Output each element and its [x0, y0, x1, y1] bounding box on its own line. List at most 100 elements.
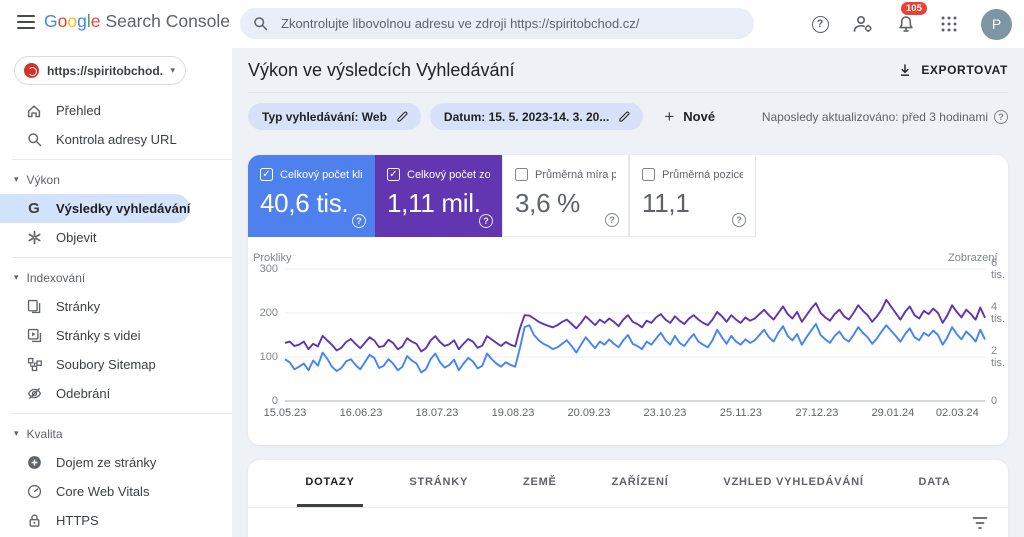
help-icon[interactable]: ? — [809, 13, 831, 35]
notification-badge: 105 — [901, 2, 927, 15]
property-selector[interactable]: https://spiritobchod... ▾ — [14, 56, 186, 85]
export-button[interactable]: EXPORTOVAT — [897, 62, 1008, 78]
chart-line-right — [285, 300, 985, 352]
new-filter-button[interactable]: + Nové — [664, 107, 715, 127]
metric-card-average-ctr[interactable]: Průměrná míra pr... 3,6 % ? — [502, 155, 629, 237]
sitemaps-icon — [25, 356, 43, 374]
sidebar-item-overview[interactable]: Přehled — [0, 96, 232, 125]
sidebar-item-removals[interactable]: Odebrání — [0, 379, 232, 408]
sidebar-item-https[interactable]: HTTPS — [0, 506, 232, 535]
site-favicon-icon — [24, 63, 39, 78]
topbar: Google Search Console ? 105 P — [0, 0, 1024, 48]
avatar[interactable]: P — [981, 9, 1012, 40]
page-title: Výkon ve výsledcích Vyhledávání — [248, 60, 514, 81]
video-pages-icon — [25, 327, 43, 345]
divider — [0, 252, 232, 263]
x-tick-label: 27.12.23 — [796, 407, 839, 419]
chevron-down-icon: ▾ — [14, 428, 19, 439]
tab-pages[interactable]: STRÁNKY — [401, 460, 476, 507]
x-tick-label: 23.10.23 — [644, 407, 687, 419]
download-icon — [897, 62, 913, 78]
section-header-performance[interactable]: ▾ Výkon — [0, 165, 232, 194]
plus-icon: + — [664, 107, 674, 127]
google-logo: Google — [44, 11, 100, 32]
help-icon[interactable]: ? — [479, 214, 493, 228]
tab-search-appearance[interactable]: VZHLED VYHLEDÁVÁNÍ — [715, 460, 871, 507]
chevron-down-icon: ▾ — [14, 174, 19, 185]
y-tick-label: 0 — [248, 395, 278, 407]
filter-row: Typ vyhledávání: Web Datum: 15. 5. 2023-… — [248, 103, 1008, 130]
edit-icon[interactable] — [396, 110, 409, 123]
chevron-down-icon: ▾ — [14, 272, 19, 283]
checkbox-checked-icon[interactable]: ✓ — [387, 168, 400, 181]
sidebar-item-pages[interactable]: Stránky — [0, 292, 232, 321]
filter-icon[interactable] — [972, 516, 988, 535]
metric-card-total-clicks[interactable]: ✓Celkový počet kli... 40,6 tis. ? — [248, 155, 375, 237]
main-content: Výkon ve výsledcích Vyhledávání EXPORTOV… — [232, 48, 1024, 537]
menu-icon[interactable] — [17, 15, 35, 29]
sidebar-item-url-inspection[interactable]: Kontrola adresy URL — [0, 125, 232, 154]
add-circle-icon — [25, 454, 43, 472]
manage-accounts-icon[interactable] — [852, 13, 874, 35]
section-header-indexing[interactable]: ▾ Indexování — [0, 263, 232, 292]
help-icon[interactable]: ? — [732, 213, 746, 227]
x-tick-label: 18.07.23 — [416, 407, 459, 419]
x-tick-label: 29.01.24 — [871, 407, 914, 419]
last-updated: Naposledy aktualizováno: před 3 hodinami… — [762, 110, 1008, 124]
chevron-down-icon: ▾ — [170, 65, 175, 76]
search-input[interactable] — [279, 15, 742, 32]
edit-icon[interactable] — [618, 110, 631, 123]
google-g-icon: G — [25, 200, 43, 218]
divider — [248, 92, 1008, 93]
y-tick-label: 4 tis. — [991, 301, 1008, 325]
visibility-off-icon — [25, 385, 43, 403]
divider — [248, 507, 1008, 508]
metric-card-total-impressions[interactable]: ✓Celkový počet zo... 1,11 mil. ? — [375, 155, 502, 237]
metric-value: 40,6 tis. — [260, 188, 363, 219]
sidebar-item-discover[interactable]: Objevit — [0, 223, 232, 252]
filter-chip-search-type[interactable]: Typ vyhledávání: Web — [248, 103, 421, 130]
discover-asterisk-icon — [25, 229, 43, 247]
help-icon[interactable]: ? — [605, 213, 619, 227]
performance-chart[interactable] — [285, 269, 985, 401]
topbar-actions: ? 105 P — [809, 0, 1012, 48]
checkbox-unchecked-icon[interactable] — [642, 168, 655, 181]
tab-devices[interactable]: ZAŘÍZENÍ — [603, 460, 676, 507]
search-icon — [252, 15, 269, 32]
pages-icon — [25, 298, 43, 316]
sidebar-item-search-results[interactable]: G Výsledky vyhledávání — [0, 194, 190, 223]
x-tick-label: 19.08.23 — [492, 407, 535, 419]
chart-line-left — [285, 324, 985, 372]
sidebar-nav: Přehled Kontrola adresy URL ▾ Výkon G Vý… — [0, 96, 232, 537]
lock-icon — [25, 512, 43, 530]
help-icon[interactable]: ? — [994, 110, 1008, 124]
divider — [0, 408, 232, 419]
checkbox-unchecked-icon[interactable] — [515, 168, 528, 181]
filter-chip-date-range[interactable]: Datum: 15. 5. 2023-14. 3. 20... — [430, 103, 643, 130]
help-icon[interactable]: ? — [352, 214, 366, 228]
sidebar-item-page-experience[interactable]: Dojem ze stránky — [0, 448, 232, 477]
sidebar-item-video-pages[interactable]: Stránky s videi — [0, 321, 232, 350]
y-tick-label: 300 — [248, 263, 278, 275]
sidebar: https://spiritobchod... ▾ Přehled Kontro… — [0, 48, 232, 537]
tab-dates[interactable]: DATA — [910, 460, 958, 507]
url-inspection-searchbar[interactable] — [240, 8, 754, 39]
x-tick-label: 02.03.24 — [936, 407, 979, 419]
metric-value: 3,6 % — [515, 188, 616, 219]
speedometer-icon — [25, 483, 43, 501]
google-search-console-screen: Google Search Console ? 105 P https:// — [0, 0, 1024, 537]
tab-queries[interactable]: DOTAZY — [297, 460, 362, 507]
sidebar-item-sitemaps[interactable]: Soubory Sitemap — [0, 350, 232, 379]
metric-card-average-position[interactable]: Průměrná pozice 11,1 ? — [629, 155, 756, 237]
tab-countries[interactable]: ZEMĚ — [515, 460, 565, 507]
x-tick-label: 25.11.23 — [720, 407, 762, 419]
sidebar-item-core-web-vitals[interactable]: Core Web Vitals — [0, 477, 232, 506]
app-logo: Google Search Console — [44, 11, 230, 32]
performance-chart-svg — [285, 269, 985, 401]
apps-grid-icon[interactable] — [938, 13, 960, 35]
section-header-experience[interactable]: ▾ Kvalita — [0, 419, 232, 448]
notifications-icon[interactable]: 105 — [895, 13, 917, 35]
metric-value: 1,11 mil. — [387, 188, 490, 219]
y-tick-label: 2 tis. — [991, 345, 1008, 369]
checkbox-checked-icon[interactable]: ✓ — [260, 168, 273, 181]
